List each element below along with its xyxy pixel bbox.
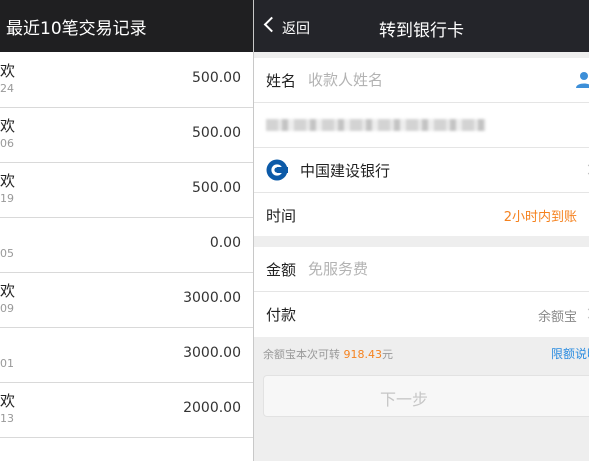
- name-row: 姓名: [254, 58, 589, 102]
- record-title: 欢: [0, 62, 16, 80]
- record-title: 欢: [0, 117, 16, 135]
- ccb-bank-logo-icon: [266, 159, 288, 181]
- bank-row[interactable]: 中国建设银行: [254, 148, 589, 192]
- note-unit: 元: [382, 348, 393, 361]
- record-subtitle: 05: [0, 247, 14, 260]
- transfer-to-bank-card-screen: 返回 转到银行卡 姓名 中国建设银行: [254, 0, 589, 461]
- record-amount: 500.00: [192, 180, 241, 196]
- record-subtitle: 06: [0, 137, 14, 150]
- next-step-label: 下一步: [379, 390, 428, 409]
- arrival-time-value: 2小时内到账: [503, 210, 577, 225]
- payment-method-row[interactable]: 付款 余额宝: [254, 292, 589, 336]
- card-number-row[interactable]: [254, 103, 589, 147]
- recent-transactions-title: 最近10笔交易记录: [6, 19, 147, 39]
- record-amount: 3000.00: [183, 290, 241, 306]
- chevron-right-icon: [583, 308, 589, 319]
- record-subtitle: 13: [0, 412, 14, 425]
- recent-transactions-header: 最近10笔交易记录: [0, 0, 253, 52]
- transaction-record[interactable]: 欢 06 500.00: [0, 107, 253, 163]
- record-amount: 0.00: [209, 235, 241, 251]
- record-title: 欢: [0, 392, 16, 410]
- record-subtitle: 19: [0, 192, 14, 205]
- limit-info-link[interactable]: 限额说明: [551, 345, 589, 362]
- recent-transactions-panel: 最近10笔交易记录 欢 24 500.00 欢 06 500.00 欢 19 5…: [0, 0, 253, 461]
- amount-section: 金额 付款 余额宝: [254, 247, 589, 337]
- payment-label: 付款: [266, 306, 297, 324]
- record-amount: 500.00: [192, 70, 241, 86]
- transaction-record[interactable]: 05 0.00: [0, 217, 253, 273]
- note-prefix: 余额宝本次可转: [263, 348, 344, 361]
- recipient-section: 姓名 中国建设银行 时间 2小时内到账: [254, 58, 589, 236]
- record-subtitle: 24: [0, 82, 14, 95]
- record-subtitle: 09: [0, 302, 14, 315]
- record-title: 欢: [0, 172, 16, 190]
- nav-bar: 返回 转到银行卡: [254, 0, 589, 52]
- masked-card-number: [266, 119, 486, 131]
- transaction-record[interactable]: 欢 13 2000.00: [0, 382, 253, 438]
- transaction-record[interactable]: 欢 19 500.00: [0, 162, 253, 218]
- record-amount: 2000.00: [183, 400, 241, 416]
- record-subtitle: 01: [0, 357, 14, 370]
- record-title: 欢: [0, 282, 16, 300]
- record-amount: 3000.00: [183, 345, 241, 361]
- name-label: 姓名: [266, 72, 297, 90]
- amount-input[interactable]: [308, 257, 548, 281]
- time-row[interactable]: 时间 2小时内到账: [254, 193, 589, 237]
- available-balance-note: 余额宝本次可转 918.43元: [263, 346, 393, 362]
- record-amount: 500.00: [192, 125, 241, 141]
- bank-name: 中国建设银行: [300, 162, 391, 180]
- payment-method-value: 余额宝: [537, 310, 577, 325]
- amount-label: 金额: [266, 261, 297, 279]
- time-label: 时间: [266, 207, 297, 225]
- chevron-right-icon: [583, 164, 589, 175]
- next-step-button[interactable]: 下一步: [263, 375, 589, 417]
- page-title: 转到银行卡: [379, 21, 464, 41]
- transaction-record[interactable]: 欢 24 500.00: [0, 52, 253, 108]
- name-input[interactable]: [308, 68, 548, 92]
- amount-row: 金额: [254, 247, 589, 291]
- transaction-record[interactable]: 欢 09 3000.00: [0, 272, 253, 328]
- available-amount: 918.43: [343, 348, 383, 361]
- transaction-record[interactable]: 01 3000.00: [0, 327, 253, 383]
- person-icon[interactable]: [575, 70, 589, 88]
